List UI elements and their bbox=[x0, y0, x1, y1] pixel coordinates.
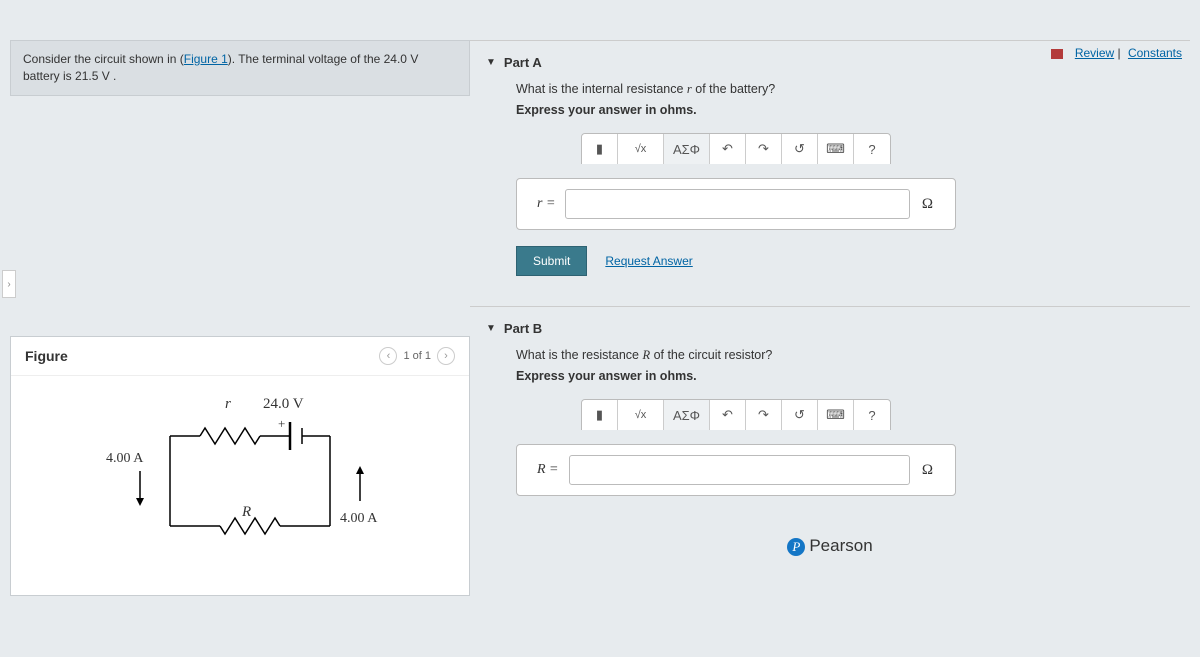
template-icon[interactable]: ▮ bbox=[582, 400, 618, 430]
part-a-question: What is the internal resistance r of the… bbox=[516, 82, 1160, 97]
figure-panel: Figure ‹ 1 of 1 › bbox=[10, 336, 470, 596]
part-b-instruction: Express your answer in ohms. bbox=[516, 369, 1160, 383]
undo-icon[interactable]: ↶ bbox=[710, 400, 746, 430]
problem-text-pre: Consider the circuit shown in ( bbox=[23, 52, 184, 66]
review-link[interactable]: Review bbox=[1075, 46, 1114, 60]
collapse-icon: ▼ bbox=[486, 57, 496, 68]
I-left: 4.00 A bbox=[106, 451, 143, 467]
qB-post: of the circuit resistor? bbox=[650, 348, 772, 362]
sqrt-icon[interactable]: √x bbox=[618, 134, 664, 164]
reset-icon[interactable]: ↺ bbox=[782, 400, 818, 430]
sqrt-icon[interactable]: √x bbox=[618, 400, 664, 430]
redo-icon[interactable]: ↷ bbox=[746, 400, 782, 430]
circuit-diagram: r 24.0 V + R 4.00 A 4.00 A bbox=[70, 376, 410, 576]
part-a-instruction: Express your answer in ohms. bbox=[516, 103, 1160, 117]
part-b-question: What is the resistance R of the circuit … bbox=[516, 348, 1160, 363]
reset-icon[interactable]: ↺ bbox=[782, 134, 818, 164]
answer-toolbar-a: ▮ √x ΑΣΦ ↶ ↷ ↺ ⌨ ? bbox=[581, 133, 891, 164]
part-b-var: R = bbox=[527, 462, 569, 478]
submit-button-a[interactable]: Submit bbox=[516, 246, 587, 276]
part-b-title: Part B bbox=[504, 321, 542, 336]
greek-button[interactable]: ΑΣΦ bbox=[664, 400, 710, 430]
qB-var: R bbox=[642, 348, 650, 362]
undo-icon[interactable]: ↶ bbox=[710, 134, 746, 164]
qB-pre: What is the resistance bbox=[516, 348, 642, 362]
figure-title: Figure bbox=[25, 348, 68, 364]
part-a-answer-input[interactable] bbox=[565, 189, 909, 219]
figure-prev-button[interactable]: ‹ bbox=[379, 347, 397, 365]
part-b-unit: Ω bbox=[910, 462, 945, 479]
part-b-answer-input[interactable] bbox=[569, 455, 910, 485]
part-a-unit: Ω bbox=[910, 196, 945, 213]
expand-handle[interactable]: › bbox=[2, 270, 16, 298]
part-b-header[interactable]: ▼ Part B bbox=[470, 307, 1190, 344]
collapse-icon: ▼ bbox=[486, 323, 496, 334]
R-label: R bbox=[242, 504, 251, 521]
link-separator: | bbox=[1118, 46, 1124, 60]
help-icon[interactable]: ? bbox=[854, 134, 890, 164]
flag-icon bbox=[1051, 49, 1063, 59]
part-a-section: ▼ Part A What is the internal resistance… bbox=[470, 40, 1190, 296]
constants-link[interactable]: Constants bbox=[1128, 46, 1182, 60]
figure-link[interactable]: Figure 1 bbox=[184, 52, 228, 66]
answer-toolbar-b: ▮ √x ΑΣΦ ↶ ↷ ↺ ⌨ ? bbox=[581, 399, 891, 430]
figure-next-button[interactable]: › bbox=[437, 347, 455, 365]
greek-button[interactable]: ΑΣΦ bbox=[664, 134, 710, 164]
emf-label: 24.0 V bbox=[263, 396, 304, 413]
r-label: r bbox=[225, 396, 231, 413]
pearson-logo-icon: P bbox=[787, 538, 805, 556]
part-b-section: ▼ Part B What is the resistance R of the… bbox=[470, 306, 1190, 516]
pearson-text: Pearson bbox=[809, 536, 872, 555]
problem-statement: Consider the circuit shown in (Figure 1)… bbox=[10, 40, 470, 96]
qA-post: of the battery? bbox=[692, 82, 775, 96]
figure-counter: 1 of 1 bbox=[403, 350, 431, 362]
part-a-title: Part A bbox=[504, 55, 542, 70]
pearson-brand: PPearson bbox=[470, 536, 1190, 556]
template-icon[interactable]: ▮ bbox=[582, 134, 618, 164]
keyboard-icon[interactable]: ⌨ bbox=[818, 400, 854, 430]
part-a-var: r = bbox=[527, 196, 565, 212]
redo-icon[interactable]: ↷ bbox=[746, 134, 782, 164]
plus-label: + bbox=[278, 416, 285, 432]
qA-pre: What is the internal resistance bbox=[516, 82, 687, 96]
request-answer-a[interactable]: Request Answer bbox=[605, 254, 692, 268]
keyboard-icon[interactable]: ⌨ bbox=[818, 134, 854, 164]
help-icon[interactable]: ? bbox=[854, 400, 890, 430]
I-right: 4.00 A bbox=[340, 511, 377, 527]
